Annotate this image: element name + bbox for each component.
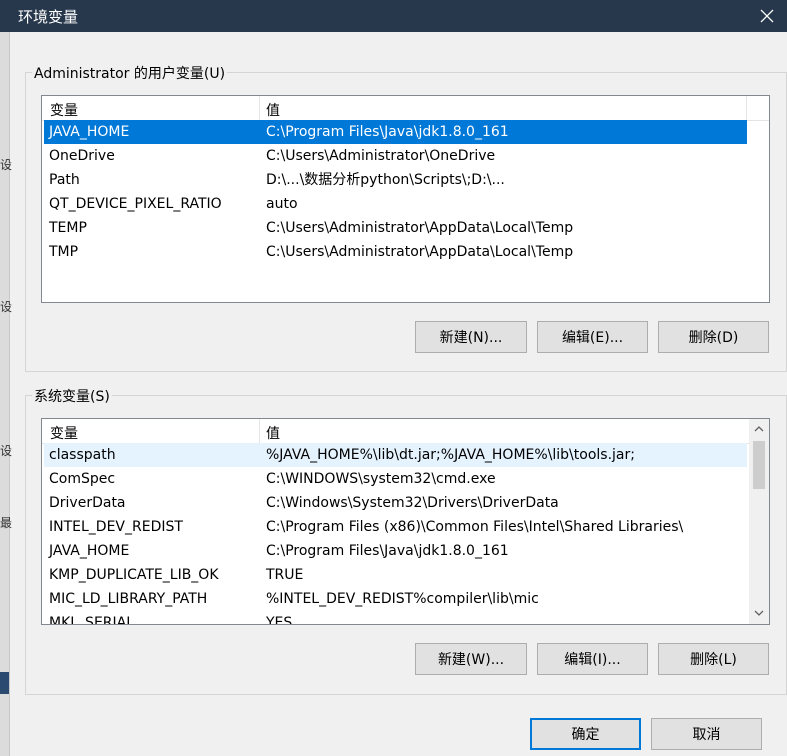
list-header: 变量 值: [42, 419, 751, 444]
table-row[interactable]: ComSpec C:\WINDOWS\system32\cmd.exe: [44, 467, 747, 491]
chevron-down-icon[interactable]: [749, 603, 769, 623]
table-row[interactable]: JAVA_HOME C:\Program Files\Java\jdk1.8.0_…: [44, 539, 747, 563]
variable-name: JAVA_HOME: [49, 124, 130, 140]
variable-value: C:\Windows\System32\Drivers\DriverData: [266, 495, 559, 511]
column-header-variable[interactable]: 变量: [50, 423, 78, 443]
variable-value: TRUE: [266, 567, 304, 583]
table-row[interactable]: TEMP C:\Users\Administrator\AppData\Local…: [44, 216, 747, 240]
system-variables-list[interactable]: 变量 值 classpath %JAVA_HOME%\lib\dt.jar;%JA…: [41, 418, 770, 625]
column-header-variable[interactable]: 变量: [50, 100, 78, 120]
variable-name: Path: [49, 172, 80, 188]
variable-value: C:\Users\Administrator\AppData\Local\Tem…: [266, 244, 574, 260]
variable-name: INTEL_DEV_REDIST: [49, 519, 183, 535]
table-row[interactable]: KMP_DUPLICATE_LIB_OK TRUE: [44, 563, 747, 587]
variable-name: classpath: [49, 447, 116, 463]
table-row[interactable]: DriverData C:\Windows\System32\Drivers\Dr…: [44, 491, 747, 515]
close-icon[interactable]: [747, 0, 787, 32]
table-row[interactable]: OneDrive C:\Users\Administrator\OneDrive: [44, 144, 747, 168]
table-row[interactable]: TMP C:\Users\Administrator\AppData\Local\…: [44, 240, 747, 264]
variable-value: %INTEL_DEV_REDIST%compiler\lib\mic: [266, 591, 539, 607]
variable-name: ComSpec: [49, 471, 116, 487]
scroll-thumb[interactable]: [753, 441, 765, 489]
table-row[interactable]: INTEL_DEV_REDIST C:\Program Files (x86)\C…: [44, 515, 747, 539]
table-row[interactable]: QT_DEVICE_PIXEL_RATIO auto: [44, 192, 747, 216]
variable-name: OneDrive: [49, 148, 115, 164]
user-delete-button[interactable]: 删除(D): [658, 321, 769, 353]
variable-value: D:\...\数据分析python\Scripts\;D:\...: [266, 172, 505, 188]
table-row[interactable]: MIC_LD_LIBRARY_PATH %INTEL_DEV_REDIST%com…: [44, 587, 747, 611]
variable-name: TEMP: [49, 220, 87, 236]
variable-value: C:\Program Files\Java\jdk1.8.0_161: [266, 124, 509, 140]
variable-name: KMP_DUPLICATE_LIB_OK: [49, 567, 219, 583]
variable-value: YES: [266, 615, 293, 625]
system-variables-label: 系统变量(S): [32, 386, 112, 406]
table-row[interactable]: Path D:\...\数据分析python\Scripts\;D:\...: [44, 168, 747, 192]
column-header-value[interactable]: 值: [266, 100, 280, 120]
list-header: 变量 值: [42, 96, 769, 121]
variable-value: C:\Users\Administrator\OneDrive: [266, 148, 496, 164]
background-window-edge: 设 设 设 最: [0, 32, 12, 756]
window-title: 环境变量: [18, 8, 79, 26]
table-row[interactable]: classpath %JAVA_HOME%\lib\dt.jar;%JAVA_HO…: [44, 443, 747, 467]
table-row[interactable]: JAVA_HOME C:\Program Files\Java\jdk1.8.0_…: [44, 120, 747, 144]
user-variables-label: Administrator 的用户变量(U): [32, 63, 228, 83]
user-edit-button[interactable]: 编辑(E)...: [537, 321, 648, 353]
variable-name: JAVA_HOME: [49, 543, 130, 559]
variable-value: C:\Users\Administrator\AppData\Local\Tem…: [266, 220, 574, 236]
variable-name: DriverData: [49, 495, 126, 511]
chevron-up-icon[interactable]: [749, 419, 769, 439]
system-edit-button[interactable]: 编辑(I)...: [537, 643, 648, 675]
variable-value: %JAVA_HOME%\lib\dt.jar;%JAVA_HOME%\lib\t…: [266, 447, 635, 463]
title-bar: 环境变量: [0, 0, 787, 32]
variable-value: auto: [266, 196, 298, 212]
column-header-value[interactable]: 值: [266, 423, 280, 443]
system-list-scrollbar[interactable]: [749, 419, 769, 624]
variable-value: C:\WINDOWS\system32\cmd.exe: [266, 471, 496, 487]
user-variables-list[interactable]: 变量 值 JAVA_HOME C:\Program Files\Java\jdk1…: [41, 95, 770, 303]
variable-value: C:\Program Files (x86)\Common Files\Inte…: [266, 519, 684, 535]
variable-name: MKL_SERIAL: [49, 615, 135, 625]
table-row[interactable]: MKL_SERIAL YES: [44, 611, 747, 625]
variable-name: QT_DEVICE_PIXEL_RATIO: [49, 196, 222, 212]
variable-name: TMP: [49, 244, 79, 260]
system-new-button[interactable]: 新建(W)...: [415, 643, 527, 675]
user-new-button[interactable]: 新建(N)...: [415, 321, 527, 353]
cancel-button[interactable]: 取消: [651, 718, 762, 750]
ok-button[interactable]: 确定: [530, 718, 641, 750]
variable-value: C:\Program Files\Java\jdk1.8.0_161: [266, 543, 509, 559]
system-delete-button[interactable]: 删除(L): [658, 643, 769, 675]
variable-name: MIC_LD_LIBRARY_PATH: [49, 591, 208, 607]
